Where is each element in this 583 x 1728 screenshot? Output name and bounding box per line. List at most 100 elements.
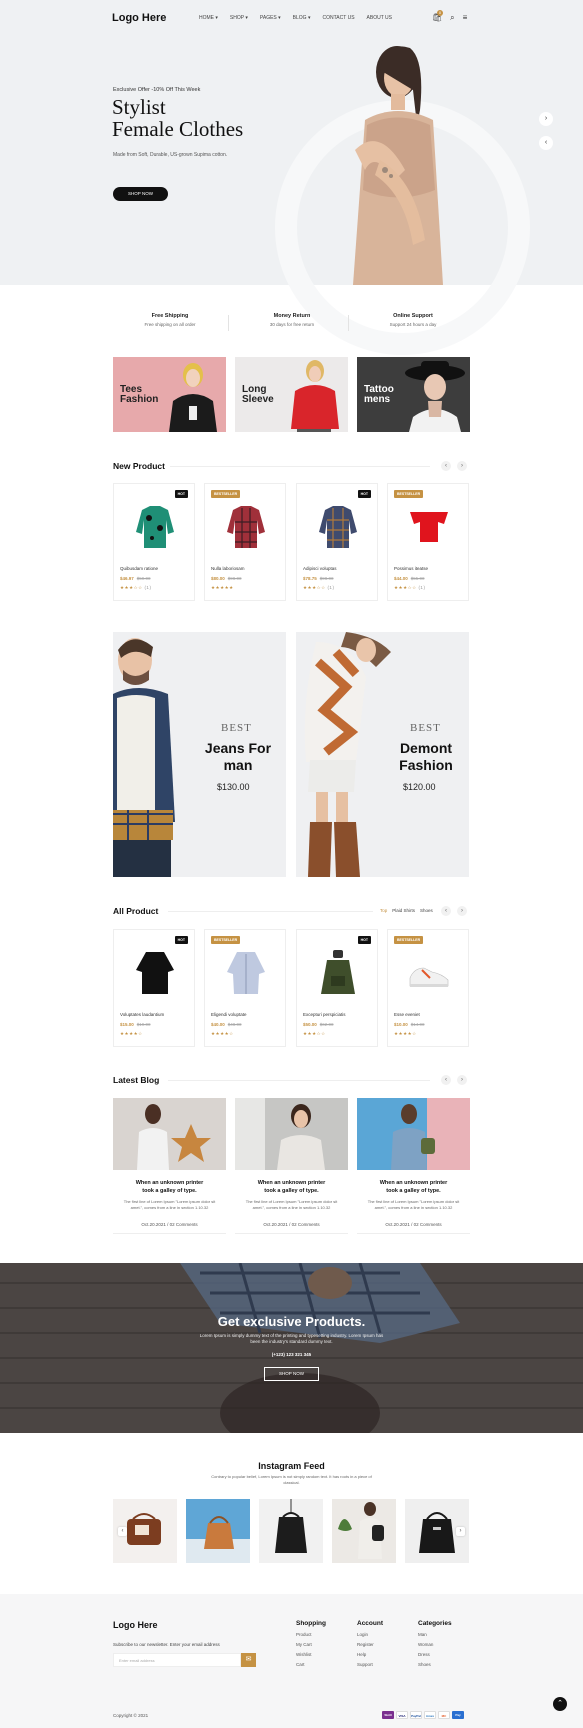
product-card[interactable]: HOT Quibusdam ratione $46.97 $59.00 ★★★☆☆… [113, 483, 195, 601]
product-image-olive-bag [321, 950, 355, 994]
back-to-top-button[interactable]: ⌃ [553, 1697, 567, 1711]
product-card[interactable]: BESTSELLER Esse eveniet $10.00 $14.00 ★★★… [387, 929, 469, 1047]
instagram-prev-arrow[interactable]: ‹ [118, 1527, 127, 1536]
newsletter-submit-button[interactable]: ✉ [241, 1653, 256, 1667]
product-image-red-top [410, 512, 448, 542]
footer-link[interactable]: Wishlist [296, 1652, 326, 1657]
footer-link[interactable]: Product [296, 1632, 326, 1637]
menu-icon[interactable]: ≡ [463, 13, 468, 23]
arrow-up-icon: ⌃ [557, 1700, 563, 1707]
footer-link[interactable]: Woman [418, 1642, 452, 1647]
product-rating: ★★★★☆ [120, 1031, 143, 1036]
new-product-title: New Product [113, 461, 165, 471]
footer-link[interactable]: Support [357, 1662, 383, 1667]
tab-top[interactable]: Top [380, 908, 387, 913]
instagram-post[interactable] [186, 1499, 250, 1563]
blog-title[interactable]: When an unknown printer took a galley of… [235, 1179, 348, 1195]
blog-card[interactable]: When an unknown printer took a galley of… [113, 1098, 226, 1234]
footer-link[interactable]: Register [357, 1642, 383, 1647]
footer-link[interactable]: Login [357, 1632, 383, 1637]
category-tattoo-mens[interactable]: Tattoo mens [357, 357, 470, 432]
banner-price: $130.00 [217, 782, 250, 792]
exclusive-shop-now-button[interactable]: SHOP NOW [264, 1367, 319, 1381]
hero-prev-arrow[interactable]: ‹ [539, 136, 553, 150]
mail-icon: ✉ [245, 1656, 252, 1663]
blog-card[interactable]: When an unknown printer took a galley of… [235, 1098, 348, 1234]
new-product-prev[interactable]: ‹ [441, 461, 451, 471]
section-divider [168, 911, 373, 912]
product-card[interactable]: BESTSELLER Eligendi voluptate $40.00 $48.… [204, 929, 286, 1047]
nav-pages[interactable]: PAGES ▾ [260, 15, 281, 21]
blog-divider [235, 1233, 348, 1234]
site-logo[interactable]: Logo Here [112, 12, 166, 24]
payment-skrill-icon: Skrill [382, 1711, 394, 1719]
product-price: $44.00 $55.00 [394, 576, 425, 581]
footer-link[interactable]: Man [418, 1632, 452, 1637]
banner-title: Jeans For man [204, 740, 272, 773]
category-tees-fashion[interactable]: Tees Fashion [113, 357, 226, 432]
blog-image [357, 1098, 470, 1170]
instagram-next-arrow[interactable]: › [456, 1527, 465, 1536]
product-card[interactable]: BESTSELLER Possimus iteatse $44.00 $55.00… [387, 483, 469, 601]
footer-link[interactable]: Dress [418, 1652, 452, 1657]
instagram-post[interactable] [259, 1499, 323, 1563]
payment-mastercard-icon: MC [438, 1711, 450, 1719]
footer-column-title: Shopping [296, 1620, 326, 1627]
footer-column-categories: Categories Man Woman Dress Shoes [418, 1620, 452, 1667]
blog-title[interactable]: When an unknown printer took a galley of… [113, 1179, 226, 1195]
cart-count-badge: 0 [437, 10, 443, 16]
product-rating: ★★★☆☆ (1) [394, 585, 426, 590]
newsletter-text: Subscribe to our newsletter. Enter your … [113, 1642, 220, 1647]
tab-shoes[interactable]: Shoes [420, 908, 433, 913]
footer-link[interactable]: Cart [296, 1662, 326, 1667]
product-price: $50.00 $62.00 [303, 1022, 334, 1027]
banner-woman-image [304, 632, 391, 877]
footer-logo[interactable]: Logo Here [113, 1620, 158, 1630]
nav-shop[interactable]: SHOP ▾ [230, 15, 248, 21]
newsletter-email-input[interactable]: Enter email address [113, 1653, 241, 1667]
product-name: Nulla laboriosam [211, 566, 245, 571]
hero-shop-now-button[interactable]: SHOP NOW [113, 187, 168, 201]
hero-next-arrow[interactable]: › [539, 112, 553, 126]
exclusive-background-image [0, 1263, 583, 1433]
blog-next[interactable]: › [457, 1075, 467, 1085]
search-icon[interactable]: ⌕ [450, 13, 454, 23]
footer-link[interactable]: Shoes [418, 1662, 452, 1667]
instagram-post[interactable] [332, 1499, 396, 1563]
nav-contact[interactable]: CONTACT US [322, 15, 354, 21]
product-badge: HOT [174, 490, 188, 498]
category-label: Long Sleeve [242, 384, 274, 405]
product-rating: ★★★☆☆ (1) [303, 585, 335, 590]
category-label: Tattoo mens [364, 384, 394, 405]
product-card[interactable]: HOT Adipisci voluptas $78.75 $98.00 ★★★☆☆… [296, 483, 378, 601]
product-price: $80.00 $98.00 [211, 576, 242, 581]
cart-icon[interactable]: 🛍 0 [432, 10, 443, 23]
blog-prev[interactable]: ‹ [441, 1075, 451, 1085]
product-name: Voluptates laudantium [120, 1012, 165, 1017]
all-product-prev[interactable]: ‹ [441, 906, 451, 916]
blog-card[interactable]: When an unknown printer took a galley of… [357, 1098, 470, 1234]
section-divider [168, 1080, 430, 1081]
exclusive-banner [0, 1263, 583, 1433]
nav-blog[interactable]: BLOG ▾ [293, 15, 311, 21]
new-product-next[interactable]: › [457, 461, 467, 471]
hero-model-image [353, 46, 443, 285]
product-rating: ★★★☆☆ [303, 1031, 326, 1036]
footer-link[interactable]: My Cart [296, 1642, 326, 1647]
footer-column-title: Account [357, 1620, 383, 1627]
banner-jeans-for-man[interactable]: BEST Jeans For man $130.00 [113, 632, 286, 877]
nav-home[interactable]: HOME ▾ [199, 15, 218, 21]
category-long-sleeve[interactable]: Long Sleeve [235, 357, 348, 432]
feature-money-return: Money Return 30 days for free return [269, 313, 315, 327]
footer-link[interactable]: Help [357, 1652, 383, 1657]
feature-free-shipping: Free Shipping Free shipping on all order [144, 313, 196, 327]
blog-title[interactable]: When an unknown printer took a galley of… [357, 1179, 470, 1195]
product-card[interactable]: HOT Excepturi perspiciatis $50.00 $62.00 … [296, 929, 378, 1047]
product-name: Excepturi perspiciatis [303, 1012, 346, 1017]
banner-demont-fashion[interactable]: BEST Demont Fashion $120.00 [296, 632, 469, 877]
product-card[interactable]: HOT Voluptates laudantium $15.00 $19.00 ★… [113, 929, 195, 1047]
tab-plaid-shirts[interactable]: Plaid Shirts [392, 908, 415, 913]
all-product-next[interactable]: › [457, 906, 467, 916]
nav-about[interactable]: ABOUT US [367, 15, 392, 21]
product-card[interactable]: BESTSELLER Nulla laboriosam $80.00 $98.00… [204, 483, 286, 601]
